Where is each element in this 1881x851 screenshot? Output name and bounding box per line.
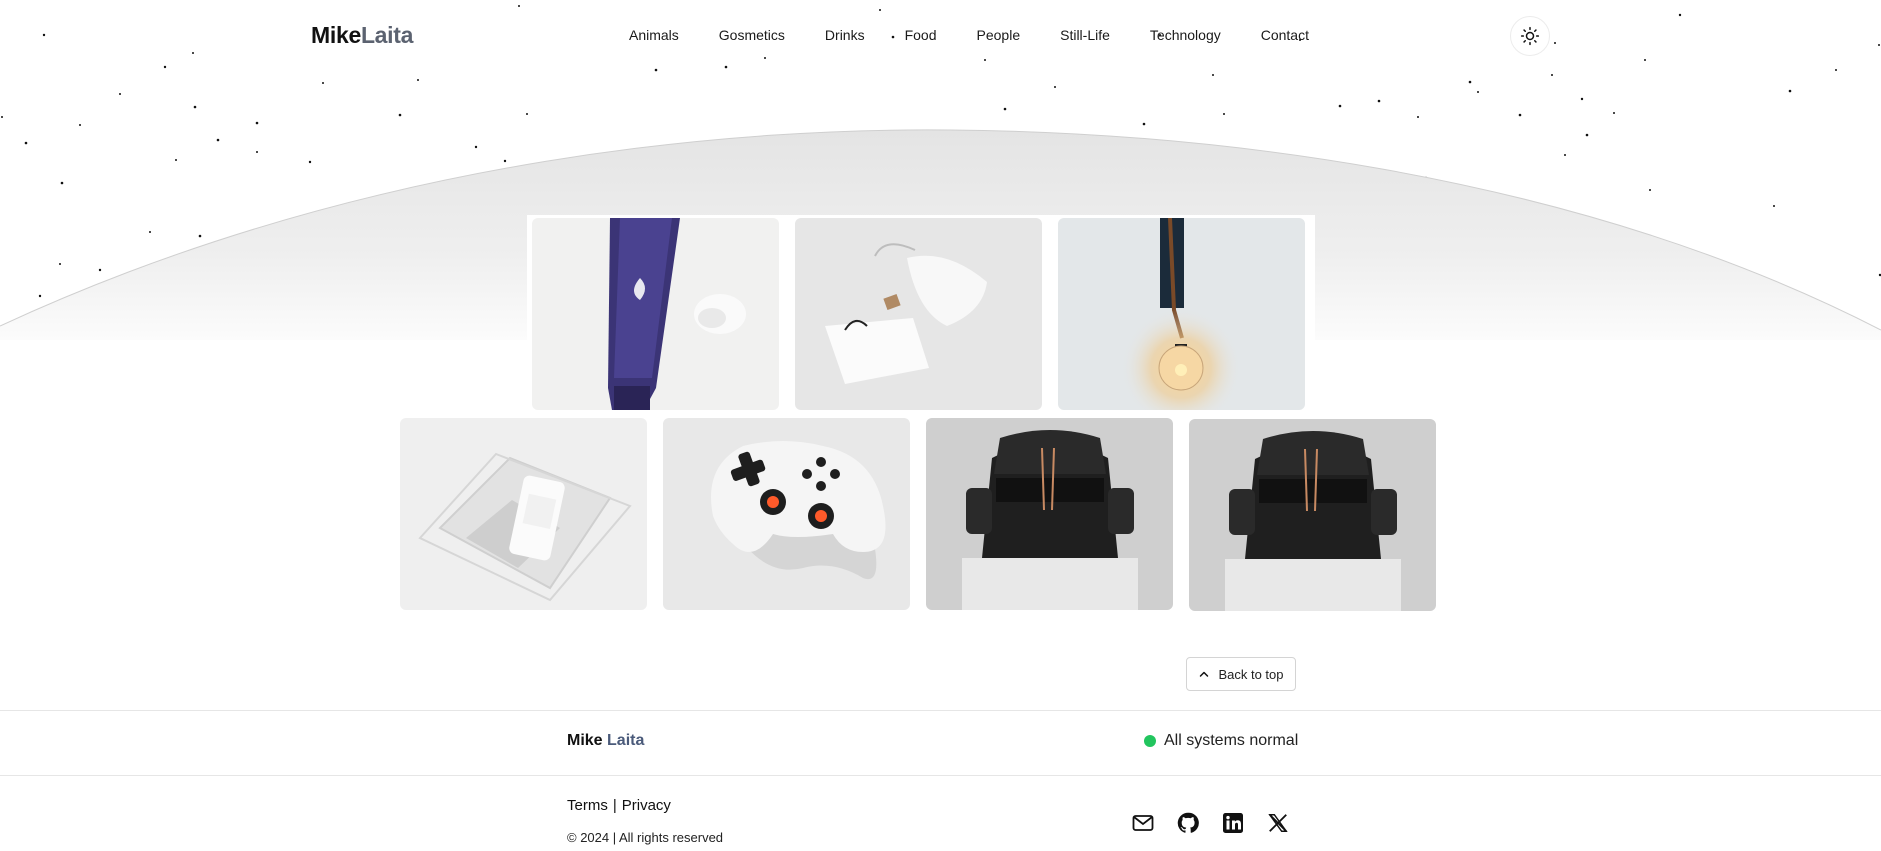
theme-toggle-button[interactable]	[1510, 16, 1550, 56]
gallery-tile-backpack-1[interactable]	[926, 418, 1173, 610]
logo-first: Mike	[311, 22, 361, 48]
gallery-tile-pouch[interactable]	[795, 218, 1042, 410]
pouch-image	[795, 218, 1042, 410]
footer-divider-bottom	[0, 775, 1881, 776]
site-header: Mike Laita Animals Gosmetics Drinks Food …	[0, 0, 1881, 72]
site-logo[interactable]: Mike Laita	[311, 22, 413, 49]
mail-icon	[1132, 815, 1154, 831]
chevron-up-icon	[1200, 671, 1209, 677]
status-indicator-icon	[1144, 735, 1156, 747]
status-text: All systems normal	[1164, 732, 1299, 749]
linkedin-icon	[1223, 813, 1243, 833]
back-to-top-label: Back to top	[1218, 666, 1284, 682]
legal-links: Terms | Privacy	[567, 797, 671, 814]
nav-animals[interactable]: Animals	[629, 25, 679, 45]
github-icon	[1177, 812, 1199, 833]
github-link[interactable]	[1175, 810, 1201, 836]
cream-tube-image	[532, 218, 779, 410]
nav-drinks[interactable]: Drinks	[825, 25, 865, 45]
footer-logo-first: Mike	[567, 732, 603, 749]
backpack-image-1	[926, 418, 1173, 610]
lamp-image	[1058, 218, 1305, 410]
controller-image	[663, 418, 910, 610]
nav-people[interactable]: People	[977, 25, 1021, 45]
copyright-text: © 2024 | All rights reserved	[567, 830, 724, 845]
gallery-tile-bottle-box[interactable]	[400, 418, 647, 610]
legal-separator: |	[612, 797, 617, 814]
mail-link[interactable]	[1130, 810, 1156, 836]
terms-link[interactable]: Terms	[567, 797, 608, 814]
nav-gosmetics[interactable]: Gosmetics	[719, 25, 785, 45]
gallery-tile-backpack-2[interactable]	[1189, 419, 1436, 611]
footer-logo[interactable]: Mike Laita	[567, 732, 644, 750]
back-to-top-button[interactable]: Back to top	[1186, 657, 1296, 691]
footer-logo-second: Laita	[607, 732, 645, 749]
footer-divider-top	[0, 710, 1881, 711]
nav-still-life[interactable]: Still-Life	[1060, 25, 1110, 45]
gallery-tile-lamp[interactable]	[1058, 218, 1305, 410]
gallery-tile-cream-tube[interactable]	[532, 218, 779, 410]
linkedin-link[interactable]	[1220, 810, 1246, 836]
backpack-image-2	[1189, 419, 1436, 611]
x-icon	[1268, 814, 1288, 832]
nav-technology[interactable]: Technology	[1150, 25, 1221, 45]
main-nav: Animals Gosmetics Drinks Food People Sti…	[629, 25, 1349, 45]
system-status[interactable]: All systems normal	[1144, 732, 1298, 750]
social-links	[1130, 810, 1291, 836]
bottle-box-image	[400, 418, 647, 610]
logo-second: Laita	[360, 22, 414, 48]
privacy-link[interactable]: Privacy	[622, 797, 671, 814]
gallery-tile-controller[interactable]	[663, 418, 910, 610]
sun-icon	[1520, 26, 1540, 46]
nav-food[interactable]: Food	[905, 25, 937, 45]
nav-contact[interactable]: Contact	[1261, 25, 1309, 45]
x-link[interactable]	[1265, 810, 1291, 836]
